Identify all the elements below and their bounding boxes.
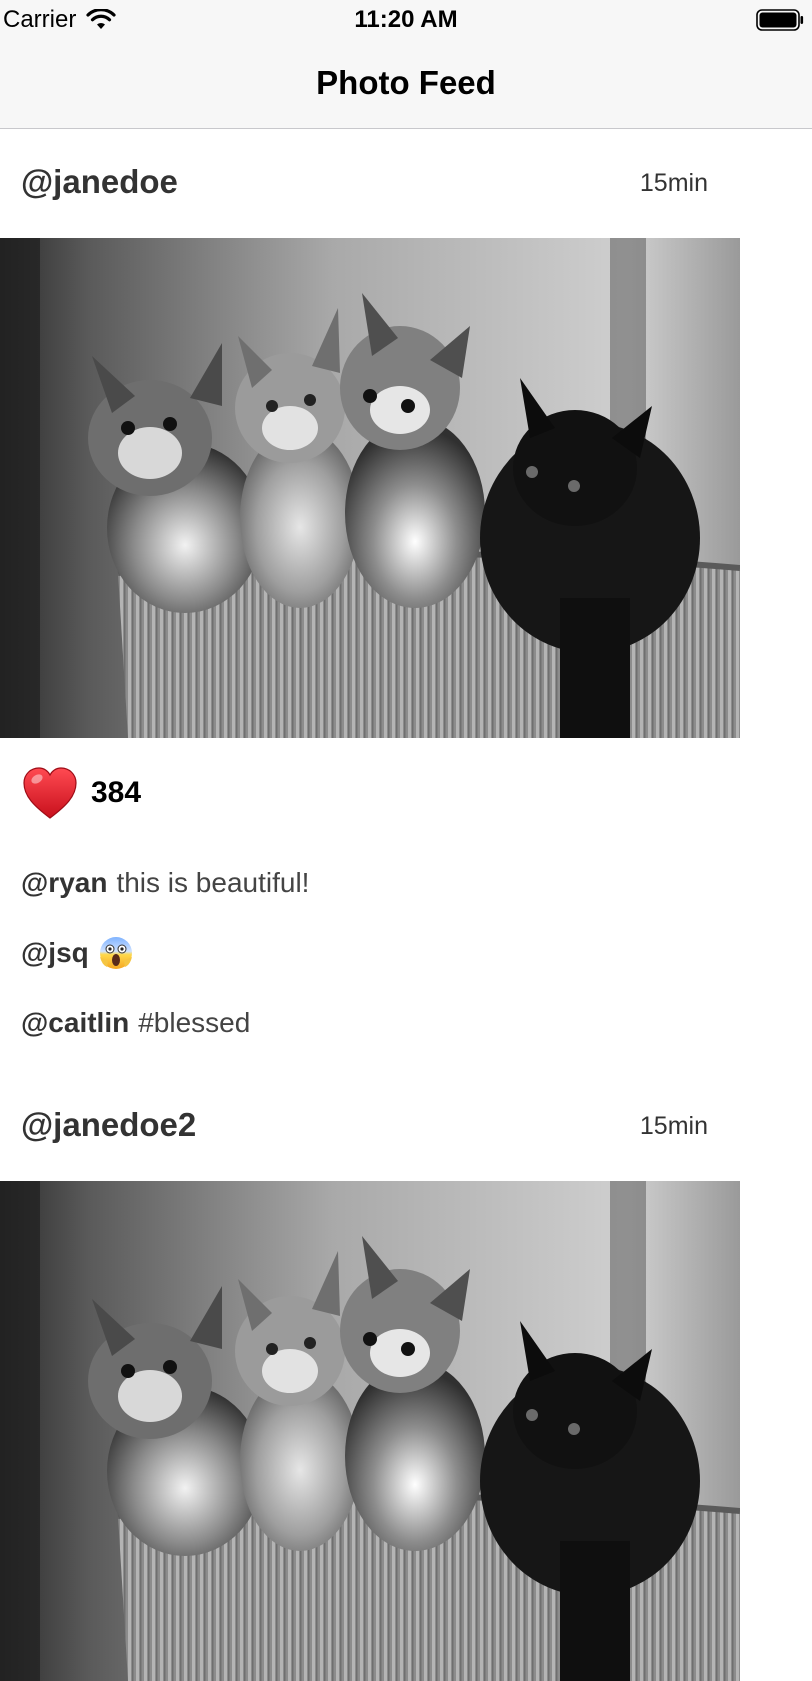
post-timestamp: 15min [639,1112,708,1140]
page-title: Photo Feed [316,64,496,101]
post-header: @janedoe2 15min [0,1072,812,1181]
post-username[interactable]: @janedoe2 [21,1106,196,1144]
status-time: 11:20 AM [354,6,458,33]
likes-row: 384 [0,738,812,848]
post-username[interactable]: @janedoe [21,163,178,201]
heart-icon[interactable] [22,766,78,822]
comment-item: @ryan this is beautiful! [0,848,812,918]
post-photo[interactable] [0,1181,740,1681]
kittens-photo [0,1181,740,1681]
kittens-photo [0,238,740,738]
comment-text[interactable]: #blessed [138,1007,250,1039]
like-count: 384 [91,776,142,809]
feed-post: @janedoe 15min 384 @ryan this is beautif… [0,129,812,1072]
comment-item: @jsq [0,918,812,988]
feed-post: @janedoe2 15min [0,1072,812,1681]
navigation-bar: Photo Feed [0,42,812,129]
post-photo[interactable] [0,238,740,738]
comment-item: @caitlin #blessed [0,988,812,1058]
scream-emoji-icon [98,935,134,971]
photo-feed[interactable]: @janedoe 15min 384 @ryan this is beautif… [0,129,812,1681]
battery-icon [756,9,804,31]
status-bar: Carrier 11:20 AM [0,0,812,42]
comment-username[interactable]: @caitlin [21,1007,129,1039]
post-timestamp: 15min [639,169,708,197]
comment-username[interactable]: @ryan [21,867,107,899]
post-header: @janedoe 15min [0,129,812,238]
comment-text: this is beautiful! [116,867,310,898]
comment-username[interactable]: @jsq [21,937,89,969]
comments-list: @ryan this is beautiful! @jsq @caitlin #… [0,848,812,1072]
